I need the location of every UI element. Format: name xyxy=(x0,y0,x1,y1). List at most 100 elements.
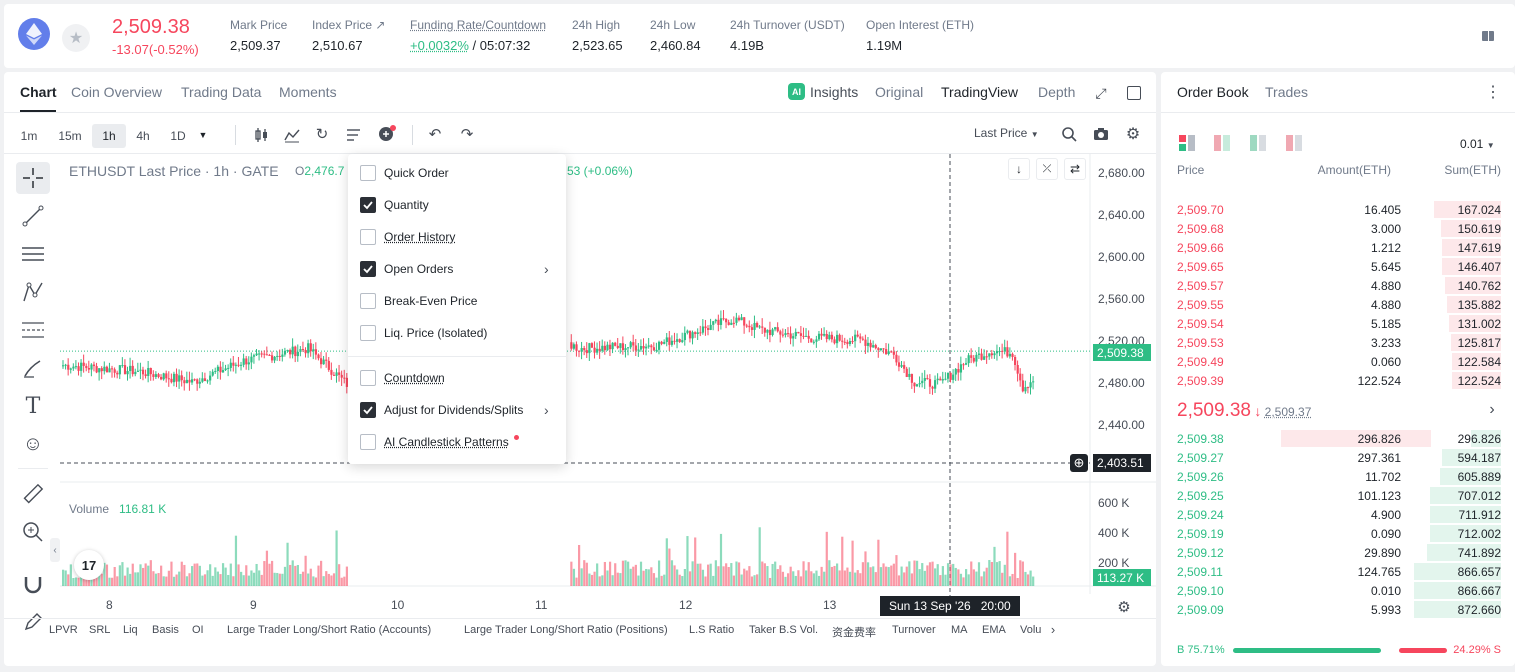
checkbox-checked[interactable] xyxy=(360,261,376,277)
tab-trading-data[interactable]: Trading Data xyxy=(181,84,261,100)
precision-select[interactable]: 0.01 ▼ xyxy=(1460,137,1495,151)
search-icon[interactable] xyxy=(1060,125,1078,143)
indicator-ls-accounts[interactable]: Large Trader Long/Short Ratio (Accounts) xyxy=(227,624,431,636)
ask-row[interactable]: 2,509.68 3.000 150.619 xyxy=(1161,219,1515,238)
bid-row[interactable]: 2,509.12 29.890 741.892 xyxy=(1161,543,1515,562)
indicator-lpvr[interactable]: LPVR xyxy=(49,624,78,636)
funding-rate-stat[interactable]: Funding Rate/Countdown +0.0032% / 05:07:3… xyxy=(410,18,546,53)
ask-row[interactable]: 2,509.57 4.880 140.762 xyxy=(1161,276,1515,295)
ask-row[interactable]: 2,509.54 5.185 131.002 xyxy=(1161,314,1515,333)
menu-ai-candlestick[interactable]: AI Candlestick Patterns xyxy=(348,426,566,458)
interval-15m[interactable]: 15m xyxy=(54,124,86,148)
favorite-star-icon[interactable]: ★ xyxy=(62,24,90,52)
menu-countdown[interactable]: Countdown xyxy=(348,362,566,394)
checkbox[interactable] xyxy=(360,293,376,309)
indicator-ls-ratio[interactable]: L.S Ratio xyxy=(689,624,734,636)
menu-liq-price[interactable]: Liq. Price (Isolated) xyxy=(348,317,566,349)
expand-icon[interactable]: ⤢ xyxy=(1092,84,1110,102)
interval-dropdown-icon[interactable]: ▼ xyxy=(196,128,210,142)
tab-order-book[interactable]: Order Book xyxy=(1177,84,1249,100)
view-depth[interactable]: Depth xyxy=(1038,84,1075,100)
bid-row[interactable]: 2,509.24 4.900 711.912 xyxy=(1161,505,1515,524)
candle-type-icon[interactable] xyxy=(252,126,270,144)
template-icon[interactable] xyxy=(345,126,363,144)
ask-row[interactable]: 2,509.65 5.645 146.407 xyxy=(1161,257,1515,276)
time-axis-settings-icon[interactable]: ⚙ xyxy=(1114,598,1134,616)
tab-chart[interactable]: Chart xyxy=(20,84,57,100)
settings-gear-icon[interactable]: ⚙ xyxy=(1124,125,1142,143)
bid-row[interactable]: 2,509.11 124.765 866.657 xyxy=(1161,562,1515,581)
interval-1h[interactable]: 1h xyxy=(92,124,126,148)
indicator-turnover[interactable]: Turnover xyxy=(892,624,936,636)
indicators-icon[interactable] xyxy=(283,126,301,144)
bid-row[interactable]: 2,509.27 297.361 594.187 xyxy=(1161,448,1515,467)
indicator-oi[interactable]: OI xyxy=(192,624,204,636)
layout-bids-icon[interactable] xyxy=(1250,135,1266,151)
menu-quick-order[interactable]: Quick Order xyxy=(348,157,566,189)
ask-row[interactable]: 2,509.53 3.233 125.817 xyxy=(1161,333,1515,352)
ask-row[interactable]: 2,509.66 1.212 147.619 xyxy=(1161,238,1515,257)
menu-adjust-dividends[interactable]: Adjust for Dividends/Splits › xyxy=(348,394,566,426)
checkbox[interactable] xyxy=(360,370,376,386)
compare-icon[interactable]: ⇄ xyxy=(1064,158,1086,180)
tab-coin-overview[interactable]: Coin Overview xyxy=(71,84,162,100)
checkbox[interactable] xyxy=(360,325,376,341)
ask-row[interactable]: 2,509.55 4.880 135.882 xyxy=(1161,295,1515,314)
bid-row[interactable]: 2,509.38 296.826 296.826 xyxy=(1161,429,1515,448)
menu-open-orders[interactable]: Open Orders › xyxy=(348,253,566,285)
redo-icon[interactable]: ↷ xyxy=(458,125,476,143)
menu-quantity[interactable]: Quantity xyxy=(348,189,566,221)
menu-order-history[interactable]: Order History xyxy=(348,221,566,253)
tab-moments[interactable]: Moments xyxy=(279,84,337,100)
indicator-ls-positions[interactable]: Large Trader Long/Short Ratio (Positions… xyxy=(464,624,668,636)
indicator-funding-rate[interactable]: 资金费率 xyxy=(832,624,876,640)
bid-row[interactable]: 2,509.19 0.090 712.002 xyxy=(1161,524,1515,543)
mid-price[interactable]: 2,509.38 ↓ 2,509.37 xyxy=(1177,400,1311,422)
interval-1m[interactable]: 1m xyxy=(14,124,44,148)
ask-row[interactable]: 2,509.49 0.060 122.584 xyxy=(1161,352,1515,371)
insights-button[interactable]: Insights xyxy=(810,84,858,100)
ask-row[interactable]: 2,509.70 16.405 167.024 xyxy=(1161,200,1515,219)
bid-row[interactable]: 2,509.10 0.010 866.667 xyxy=(1161,581,1515,600)
bid-row[interactable]: 2,509.26 11.702 605.889 xyxy=(1161,467,1515,486)
notebook-icon[interactable] xyxy=(1480,28,1496,44)
indicator-basis[interactable]: Basis xyxy=(152,624,179,636)
index-price-stat[interactable]: Index Price ↗ 2,510.67 xyxy=(312,18,385,53)
add-alert-plus-icon[interactable]: ⊕ xyxy=(1070,454,1088,472)
checkbox[interactable] xyxy=(360,229,376,245)
checkbox-checked[interactable] xyxy=(360,197,376,213)
layout-asks-only-icon[interactable] xyxy=(1286,135,1302,151)
indicator-ma[interactable]: MA xyxy=(951,624,968,636)
indicator-srl[interactable]: SRL xyxy=(89,624,110,636)
camera-icon[interactable] xyxy=(1092,125,1110,143)
layout-asks-icon[interactable] xyxy=(1214,135,1230,151)
bid-row[interactable]: 2,509.09 5.993 872.660 xyxy=(1161,600,1515,619)
menu-break-even[interactable]: Break-Even Price xyxy=(348,285,566,317)
layout-both-icon[interactable] xyxy=(1179,135,1195,151)
view-tradingview[interactable]: TradingView xyxy=(941,84,1018,100)
indicator-taker-vol[interactable]: Taker B.S Vol. xyxy=(749,624,818,636)
indicator-liq[interactable]: Liq xyxy=(123,624,138,636)
undo-icon[interactable]: ↶ xyxy=(426,125,444,143)
indicator-scroll-right-icon[interactable]: › xyxy=(1046,622,1060,637)
scroll-down-icon[interactable]: ↓ xyxy=(1008,158,1030,180)
indicator-volume[interactable]: Volu xyxy=(1020,624,1041,636)
indicator-ema[interactable]: EMA xyxy=(982,624,1006,636)
refresh-icon[interactable]: ↻ xyxy=(313,125,331,143)
chevron-right-icon[interactable]: › xyxy=(1485,401,1499,418)
checkbox-checked[interactable] xyxy=(360,402,376,418)
tab-trades[interactable]: Trades xyxy=(1265,84,1308,100)
price-type-select[interactable]: Last Price ▼ xyxy=(974,126,1039,140)
price-chart[interactable] xyxy=(4,154,1156,672)
more-options-icon[interactable]: ⋮ xyxy=(1485,84,1501,101)
checkbox[interactable] xyxy=(360,434,376,450)
interval-4h[interactable]: 4h xyxy=(130,124,156,148)
add-plus-icon[interactable] xyxy=(378,125,396,143)
ask-row[interactable]: 2,509.39 122.524 122.524 xyxy=(1161,371,1515,390)
collapse-arrows-icon[interactable]: ⤫ xyxy=(1036,158,1058,180)
fullscreen-icon[interactable] xyxy=(1126,85,1142,101)
interval-1d[interactable]: 1D xyxy=(164,124,192,148)
bid-row[interactable]: 2,509.25 101.123 707.012 xyxy=(1161,486,1515,505)
checkbox[interactable] xyxy=(360,165,376,181)
view-original[interactable]: Original xyxy=(875,84,923,100)
